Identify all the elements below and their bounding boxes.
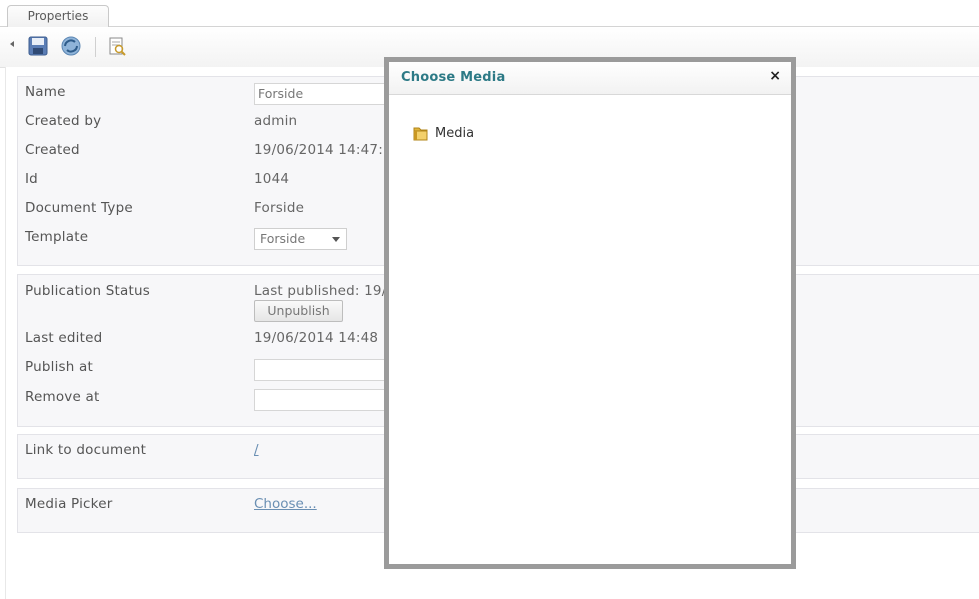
publication-status-value: Last published: 19/0 bbox=[254, 283, 396, 299]
publish-at-label: Publish at bbox=[25, 359, 93, 375]
remove-at-label: Remove at bbox=[25, 389, 100, 405]
template-label: Template bbox=[25, 229, 89, 245]
media-picker-label: Media Picker bbox=[25, 496, 113, 512]
close-icon[interactable]: × bbox=[769, 68, 781, 84]
choose-media-link[interactable]: Choose... bbox=[254, 496, 317, 512]
last-edited-label: Last edited bbox=[25, 330, 103, 346]
link-to-document-label: Link to document bbox=[25, 442, 147, 458]
document-type-label: Document Type bbox=[25, 200, 133, 216]
tree-item-label: Media bbox=[435, 126, 475, 141]
template-value: Forside bbox=[260, 231, 306, 246]
toolbar-separator bbox=[95, 37, 96, 57]
publication-status-label: Publication Status bbox=[25, 283, 150, 299]
save-icon[interactable] bbox=[27, 35, 49, 57]
created-label: Created bbox=[25, 142, 80, 158]
tab-strip: Properties bbox=[0, 0, 979, 27]
last-edited-value: 19/06/2014 14:48 bbox=[254, 330, 379, 346]
tab-properties[interactable]: Properties bbox=[7, 5, 109, 27]
remove-at-field[interactable] bbox=[254, 389, 394, 411]
chevron-down-icon bbox=[332, 237, 340, 242]
choose-media-dialog: Choose Media × Media bbox=[384, 57, 796, 569]
unpublish-button[interactable]: Unpublish bbox=[254, 300, 343, 322]
dialog-header: Choose Media × bbox=[389, 62, 791, 95]
name-label: Name bbox=[25, 84, 66, 100]
save-and-publish-icon[interactable] bbox=[60, 35, 82, 57]
id-value: 1044 bbox=[254, 171, 290, 187]
created-by-value: admin bbox=[254, 113, 298, 129]
id-label: Id bbox=[25, 171, 38, 187]
created-by-label: Created by bbox=[25, 113, 102, 129]
name-value: Forside bbox=[258, 86, 304, 101]
template-select[interactable]: Forside bbox=[254, 228, 347, 250]
publish-at-field[interactable] bbox=[254, 359, 394, 381]
created-value: 19/06/2014 14:47:5 bbox=[254, 142, 392, 158]
preview-icon[interactable] bbox=[106, 35, 128, 57]
document-type-value: Forside bbox=[254, 200, 305, 216]
collapse-arrow-icon[interactable] bbox=[10, 41, 14, 47]
link-to-document[interactable]: / bbox=[254, 442, 259, 458]
folder-icon bbox=[411, 124, 431, 148]
name-field[interactable]: Forside bbox=[254, 83, 404, 105]
dialog-title: Choose Media bbox=[401, 70, 506, 85]
